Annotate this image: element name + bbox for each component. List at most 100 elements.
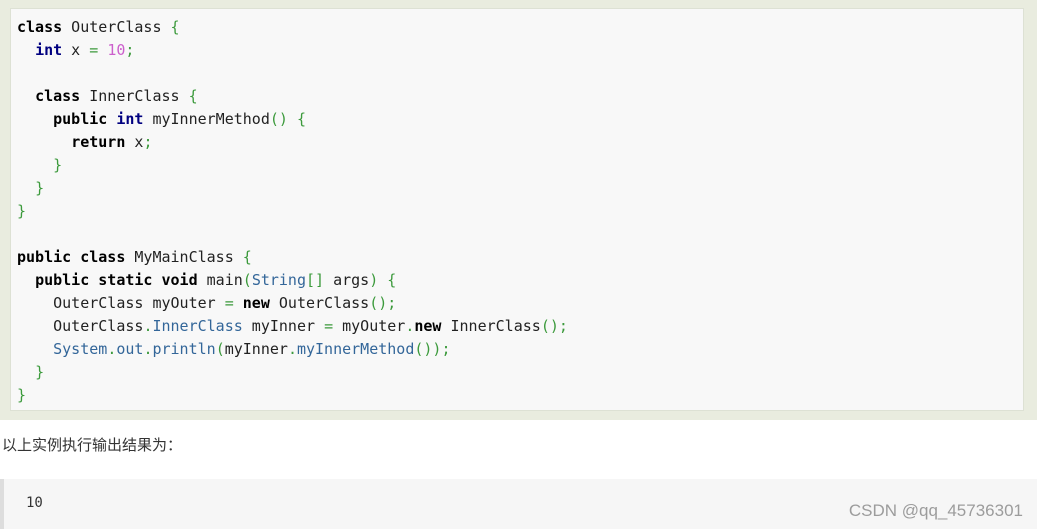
code-line: OuterClass myOuter = new OuterClass(); [17, 292, 568, 315]
code-token: ()); [414, 340, 451, 358]
code-token: public [17, 248, 72, 266]
code-token: ( [215, 340, 225, 358]
code-token: { [296, 110, 306, 128]
code-token: { [188, 87, 198, 105]
code-line: } [17, 361, 568, 384]
code-token: { [387, 271, 397, 289]
code-token: ( [242, 271, 252, 289]
code-token: x [62, 41, 90, 59]
code-token: return [71, 133, 126, 151]
code-token: () [269, 110, 288, 128]
code-block: class OuterClass { int x = 10; class Inn… [10, 8, 1024, 411]
code-token: ; [125, 41, 135, 59]
code-line: public static void main(String[] args) { [17, 269, 568, 292]
code-line: } [17, 177, 568, 200]
code-block-container: class OuterClass { int x = 10; class Inn… [0, 0, 1037, 420]
csdn-watermark: CSDN @qq_45736301 [848, 501, 1023, 520]
code-token: main [197, 271, 243, 289]
code-token: void [161, 271, 198, 289]
code-token: class [80, 248, 126, 266]
code-token: OuterClass [62, 18, 171, 36]
code-token: println [152, 340, 216, 358]
code-token: new [414, 317, 442, 335]
code-token: InnerClass [80, 87, 189, 105]
code-token: MyMainClass [125, 248, 243, 266]
code-lines: class OuterClass { int x = 10; class Inn… [17, 16, 568, 407]
code-token: ; [143, 133, 153, 151]
code-token: = [89, 41, 99, 59]
code-token: OuterClass myOuter [17, 294, 225, 312]
code-line: class OuterClass { [17, 16, 568, 39]
code-token: class [17, 18, 63, 36]
code-token: String [251, 271, 306, 289]
code-token: [] [306, 271, 325, 289]
code-line: } [17, 384, 568, 407]
code-token: } [17, 386, 27, 404]
code-token: class [35, 87, 81, 105]
code-line: class InnerClass { [17, 85, 568, 108]
code-token: out [116, 340, 144, 358]
code-token: myOuter [333, 317, 406, 335]
code-token: . [287, 340, 297, 358]
code-token: (); [540, 317, 568, 335]
code-token: } [35, 179, 45, 197]
code-token: OuterClass [17, 317, 144, 335]
code-token: myInnerMethod [296, 340, 415, 358]
code-token: (); [369, 294, 397, 312]
code-line: public class MyMainClass { [17, 246, 568, 269]
code-token: public [53, 110, 108, 128]
code-token: = [324, 317, 334, 335]
code-token: } [53, 156, 63, 174]
code-line: int x = 10; [17, 39, 568, 62]
code-token: static [98, 271, 153, 289]
code-token: myInner [242, 317, 325, 335]
code-line: OuterClass.InnerClass myInner = myOuter.… [17, 315, 568, 338]
code-token: 10 [107, 41, 126, 59]
code-token: myInnerMethod [143, 110, 270, 128]
code-token: InnerClass [441, 317, 541, 335]
code-token: . [107, 340, 117, 358]
code-token: ) [369, 271, 379, 289]
output-caption: 以上实例执行输出结果为： [2, 436, 183, 454]
code-token: = [224, 294, 234, 312]
code-token: } [35, 363, 45, 381]
code-token: myInner [224, 340, 288, 358]
code-token: { [242, 248, 252, 266]
code-token: { [170, 18, 180, 36]
code-line: public int myInnerMethod() { [17, 108, 568, 131]
code-token: public [35, 271, 90, 289]
code-token: x [125, 133, 144, 151]
code-token: } [17, 202, 27, 220]
output-text: 10 [26, 495, 43, 511]
code-token: OuterClass [269, 294, 370, 312]
code-token: System [53, 340, 108, 358]
code-token: InnerClass [152, 317, 243, 335]
code-token: args [324, 271, 370, 289]
code-token: int [35, 41, 63, 59]
code-token: int [116, 110, 144, 128]
code-line: return x; [17, 131, 568, 154]
code-token: new [242, 294, 270, 312]
code-line: } [17, 200, 568, 223]
code-line: System.out.println(myInner.myInnerMethod… [17, 338, 568, 361]
code-line: } [17, 154, 568, 177]
